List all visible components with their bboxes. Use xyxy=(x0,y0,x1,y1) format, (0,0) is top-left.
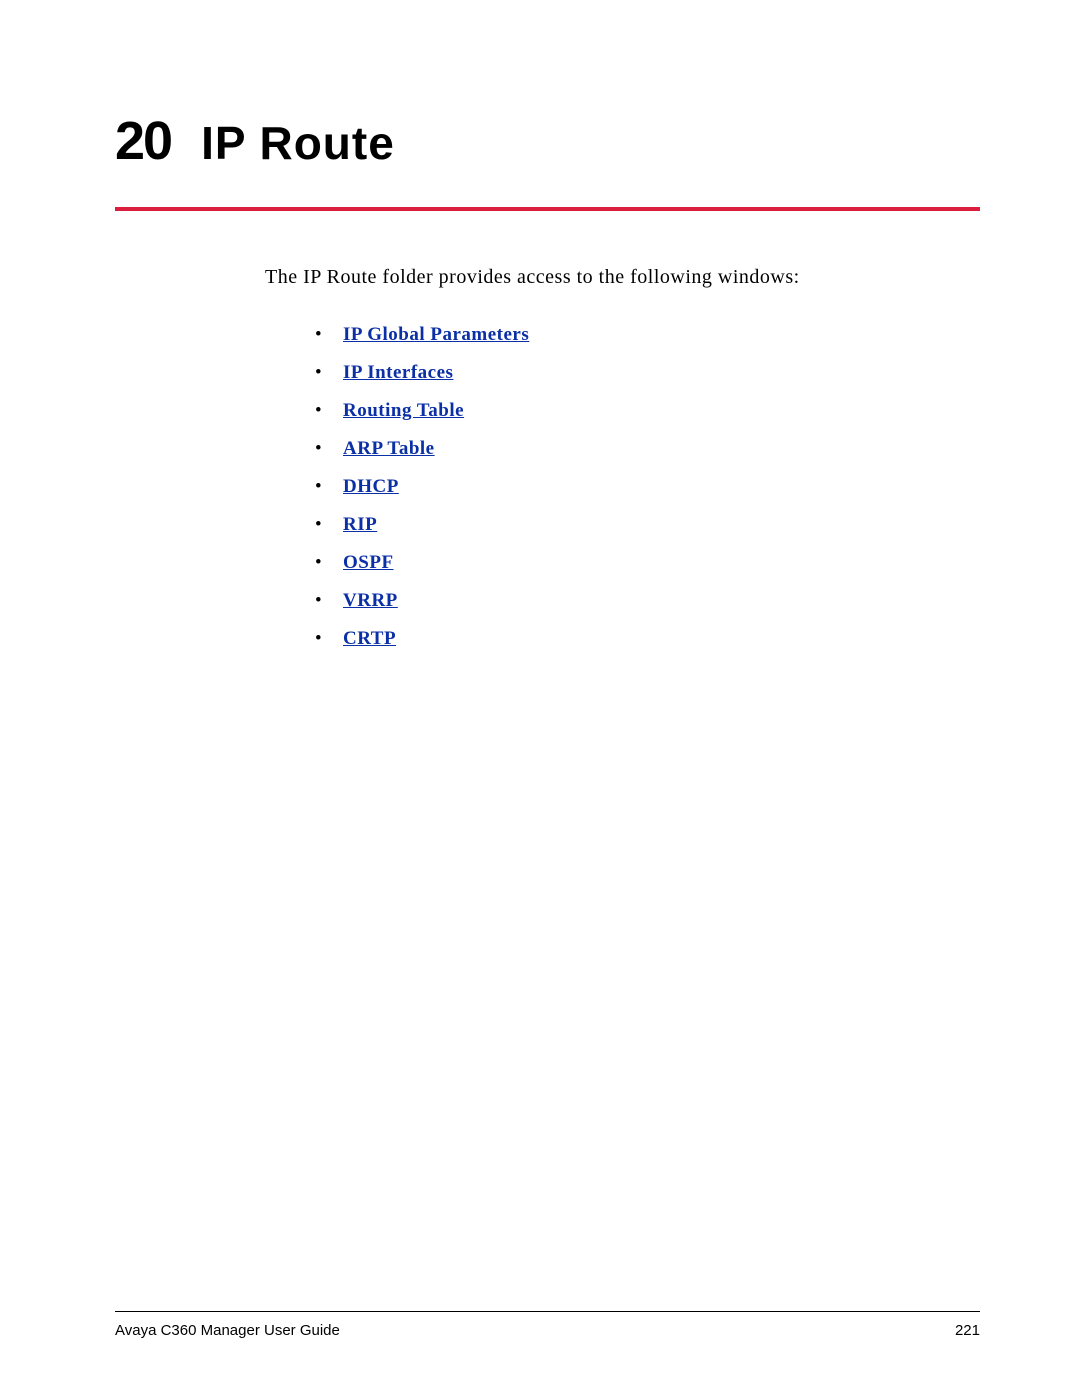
bullet-icon: • xyxy=(315,324,343,346)
bullet-icon: • xyxy=(315,552,343,574)
page-container: 20 IP Route The IP Route folder provides… xyxy=(0,0,1080,1397)
link-arp-table[interactable]: ARP Table xyxy=(343,438,435,459)
link-dhcp[interactable]: DHCP xyxy=(343,476,399,497)
link-routing-table[interactable]: Routing Table xyxy=(343,400,464,421)
bullet-icon: • xyxy=(315,628,343,650)
list-item: •Routing Table xyxy=(315,400,980,422)
bullet-icon: • xyxy=(315,514,343,536)
list-item: •RIP xyxy=(315,514,980,536)
bullet-icon: • xyxy=(315,476,343,498)
page-footer: Avaya C360 Manager User Guide 221 xyxy=(115,1311,980,1339)
chapter-number: 20 xyxy=(115,110,171,172)
bullet-icon: • xyxy=(315,590,343,612)
link-ip-interfaces[interactable]: IP Interfaces xyxy=(343,362,453,383)
footer-page-number: 221 xyxy=(955,1322,980,1339)
link-list: •IP Global Parameters •IP Interfaces •Ro… xyxy=(315,324,980,650)
chapter-header: 20 IP Route xyxy=(115,110,980,211)
list-item: •DHCP xyxy=(315,476,980,498)
link-rip[interactable]: RIP xyxy=(343,514,377,535)
bullet-icon: • xyxy=(315,400,343,422)
bullet-icon: • xyxy=(315,362,343,384)
footer-doc-title: Avaya C360 Manager User Guide xyxy=(115,1322,340,1339)
link-ip-global-parameters[interactable]: IP Global Parameters xyxy=(343,324,529,345)
list-item: •ARP Table xyxy=(315,438,980,460)
link-vrrp[interactable]: VRRP xyxy=(343,590,398,611)
list-item: •IP Interfaces xyxy=(315,362,980,384)
link-crtp[interactable]: CRTP xyxy=(343,628,396,649)
list-item: •CRTP xyxy=(315,628,980,650)
link-ospf[interactable]: OSPF xyxy=(343,552,394,573)
list-item: •VRRP xyxy=(315,590,980,612)
intro-text: The IP Route folder provides access to t… xyxy=(265,266,980,289)
footer-line: Avaya C360 Manager User Guide 221 xyxy=(115,1322,980,1339)
list-item: •IP Global Parameters xyxy=(315,324,980,346)
chapter-title: IP Route xyxy=(201,116,395,170)
list-item: •OSPF xyxy=(315,552,980,574)
footer-rule xyxy=(115,1311,980,1312)
bullet-icon: • xyxy=(315,438,343,460)
